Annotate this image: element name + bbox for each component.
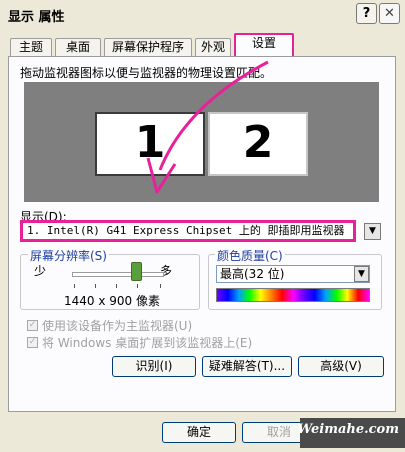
slider-tick (74, 284, 75, 288)
primary-monitor-checkbox[interactable]: ✓ (27, 320, 38, 331)
monitor-2-icon[interactable]: 2 (208, 112, 308, 176)
display-select[interactable]: 1. Intel(R) G41 Express Chipset 上的 即插即用监… (20, 220, 356, 242)
monitor-1-icon[interactable]: 1 (95, 112, 205, 176)
display-dropdown-arrow-icon[interactable]: ▼ (364, 223, 381, 240)
tab-themes[interactable]: 主题 (10, 38, 52, 56)
color-dropdown-arrow-icon[interactable]: ▼ (354, 266, 369, 282)
primary-monitor-label: 使用该设备作为主监视器(U) (42, 319, 193, 333)
description-text: 拖动监视器图标以便与监视器的物理设置匹配。 (20, 66, 273, 80)
resolution-slider-thumb[interactable] (131, 262, 142, 281)
window-title: 显示 属性 (8, 10, 65, 25)
advanced-button[interactable]: 高级(V) (298, 356, 384, 377)
color-quality-select[interactable]: 最高(32 位) (216, 265, 370, 283)
tab-settings[interactable]: 设置 (234, 33, 294, 57)
ok-button[interactable]: 确定 (162, 422, 236, 443)
help-button[interactable]: ? (356, 3, 377, 24)
watermark-text: Weimahe.com (297, 422, 399, 437)
close-button[interactable]: ✕ (379, 3, 400, 24)
color-spectrum-bar (216, 288, 370, 302)
resolution-min-label: 少 (34, 264, 47, 278)
resolution-slider-track[interactable] (72, 272, 164, 277)
extend-desktop-checkbox[interactable]: ✓ (27, 337, 38, 348)
tab-screensaver[interactable]: 屏幕保护程序 (104, 38, 192, 56)
identify-button[interactable]: 识别(I) (112, 356, 196, 377)
slider-tick (95, 284, 96, 288)
slider-tick (137, 284, 138, 288)
slider-tick (160, 284, 161, 288)
tab-appearance[interactable]: 外观 (195, 38, 231, 56)
troubleshoot-button[interactable]: 疑难解答(T)... (202, 356, 292, 377)
extend-desktop-label: 将 Windows 桌面扩展到该监视器上(E) (42, 336, 253, 350)
color-quality-title: 颜色质量(C) (215, 247, 285, 264)
tab-desktop[interactable]: 桌面 (55, 38, 101, 56)
resolution-value: 1440 x 900 像素 (64, 294, 160, 308)
slider-tick (116, 284, 117, 288)
